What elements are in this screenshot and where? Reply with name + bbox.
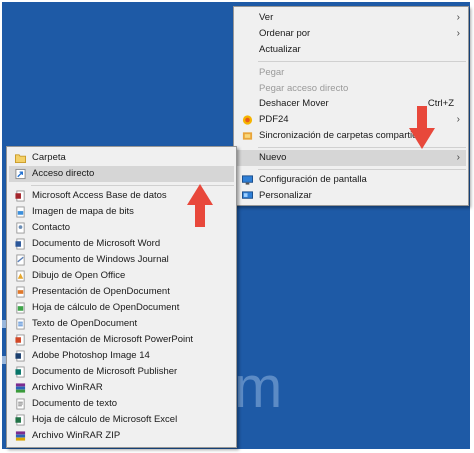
submenu-item-word[interactable]: Documento de Microsoft Word xyxy=(9,236,234,252)
submenu-item-excel[interactable]: Hoja de cálculo de Microsoft Excel xyxy=(9,412,234,428)
menu-item-ver[interactable]: Ver › xyxy=(236,10,466,26)
display-icon xyxy=(242,175,253,185)
menu-item-personalizar[interactable]: Personalizar xyxy=(236,188,466,204)
pdf24-icon xyxy=(242,115,253,125)
menu-item-actualizar[interactable]: Actualizar xyxy=(236,42,466,58)
access-file-icon xyxy=(15,190,25,202)
text-file-icon xyxy=(16,398,25,410)
submenu-item-carpeta[interactable]: Carpeta xyxy=(9,150,234,166)
red-arrow-down-icon xyxy=(409,106,435,149)
menu-item-pegar-acceso-directo[interactable]: Pegar acceso directo xyxy=(236,81,466,97)
spreadsheet-file-icon xyxy=(16,302,25,314)
winrar-archive-icon xyxy=(15,383,26,393)
submenu-item-journal[interactable]: Documento de Windows Journal xyxy=(9,252,234,268)
chevron-right-icon: › xyxy=(456,152,460,163)
submenu-item-ods[interactable]: Hoja de cálculo de OpenDocument xyxy=(9,300,234,316)
submenu-item-texto[interactable]: Documento de texto xyxy=(9,396,234,412)
draw-file-icon xyxy=(16,270,25,282)
sync-folder-icon xyxy=(242,132,253,140)
red-arrow-up-icon xyxy=(187,184,213,227)
excel-file-icon xyxy=(15,414,25,426)
desktop-wallpaper-text: m xyxy=(234,355,282,420)
menu-item-configuracion-pantalla[interactable]: Configuración de pantalla xyxy=(236,172,466,188)
submenu-item-photoshop[interactable]: Adobe Photoshop Image 14 xyxy=(9,348,234,364)
word-file-icon xyxy=(15,238,25,250)
submenu-item-winrar-zip[interactable]: Archivo WinRAR ZIP xyxy=(9,428,234,444)
chevron-right-icon: › xyxy=(456,12,460,23)
menu-separator xyxy=(258,61,466,62)
menu-item-ordenar-por[interactable]: Ordenar por › xyxy=(236,26,466,42)
bitmap-file-icon xyxy=(16,206,25,218)
photoshop-file-icon xyxy=(15,350,25,362)
submenu-item-winrar[interactable]: Archivo WinRAR xyxy=(9,380,234,396)
publisher-file-icon xyxy=(15,366,25,378)
chevron-right-icon: › xyxy=(456,114,460,125)
menu-separator xyxy=(258,169,466,170)
shortcut-icon xyxy=(15,168,26,180)
submenu-item-odt[interactable]: Texto de OpenDocument xyxy=(9,316,234,332)
presentation-file-icon xyxy=(16,286,25,298)
personalize-icon xyxy=(242,191,253,199)
submenu-item-publisher[interactable]: Documento de Microsoft Publisher xyxy=(9,364,234,380)
powerpoint-file-icon xyxy=(15,334,25,346)
journal-file-icon xyxy=(16,254,25,266)
menu-item-pegar[interactable]: Pegar xyxy=(236,65,466,81)
chevron-right-icon: › xyxy=(456,28,460,39)
submenu-item-powerpoint[interactable]: Presentación de Microsoft PowerPoint xyxy=(9,332,234,348)
submenu-item-acceso-directo[interactable]: Acceso directo xyxy=(9,166,234,182)
text-document-icon xyxy=(16,318,25,330)
submenu-item-openoffice-draw[interactable]: Dibujo de Open Office xyxy=(9,268,234,284)
contact-file-icon xyxy=(16,222,25,234)
submenu-item-odp[interactable]: Presentación de OpenDocument xyxy=(9,284,234,300)
winrar-zip-icon xyxy=(15,431,26,441)
menu-item-nuevo[interactable]: Nuevo › xyxy=(236,150,466,166)
folder-icon xyxy=(15,154,26,164)
